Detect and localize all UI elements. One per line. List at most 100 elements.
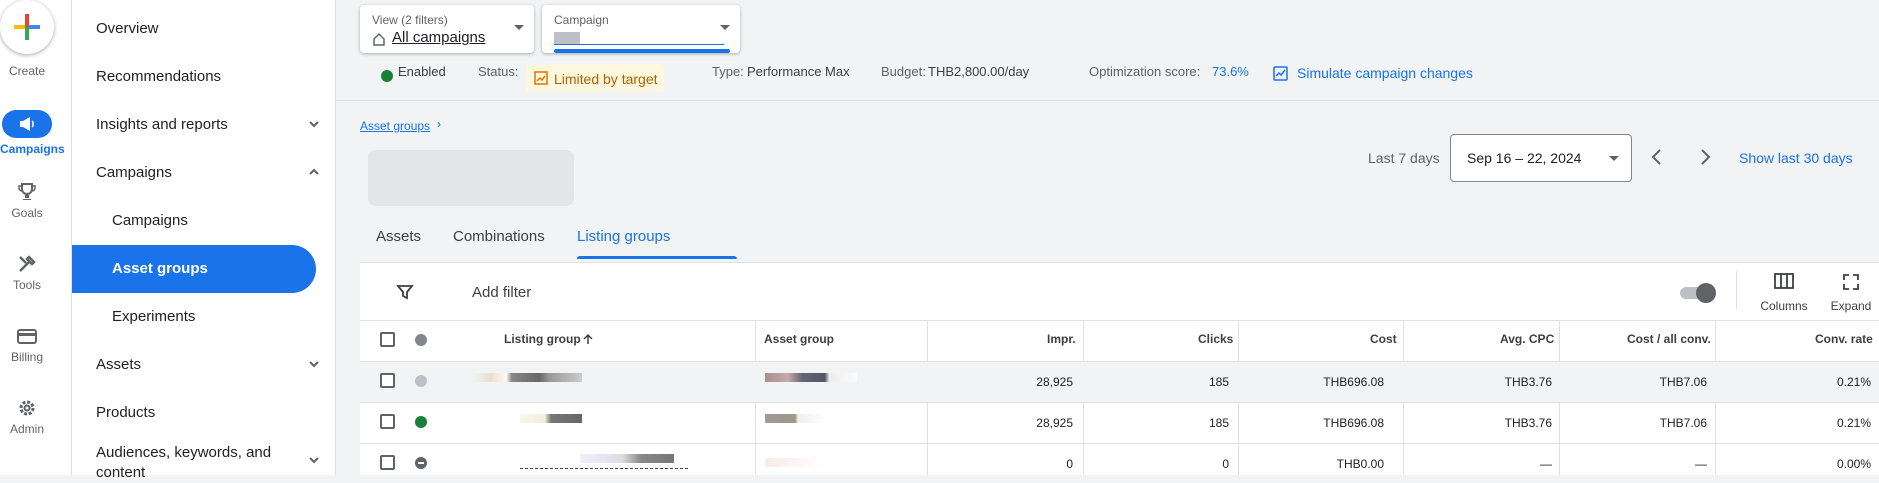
nav-label: Insights and reports [96, 116, 228, 133]
rail-item-campaigns[interactable]: Campaigns [0, 110, 65, 156]
date-range-picker[interactable]: Sep 16 – 22, 2024 [1450, 134, 1632, 182]
expand-icon [1843, 274, 1859, 290]
opt-score-value[interactable]: 73.6% [1212, 64, 1249, 79]
nav-label: Assets [96, 356, 142, 373]
table-row[interactable] [360, 362, 1879, 402]
chevron-right-icon[interactable] [1697, 148, 1713, 166]
tab-assets[interactable]: Assets [376, 228, 421, 245]
select-all-checkbox[interactable] [380, 332, 395, 347]
cell-conv-rate: 0.00% [1836, 457, 1871, 471]
nav-label: Experiments [112, 308, 196, 325]
row-checkbox[interactable] [380, 373, 395, 388]
nav-experiments[interactable]: Experiments [112, 307, 337, 327]
nav-products[interactable]: Products [96, 403, 321, 423]
chevron-down-icon [309, 121, 319, 128]
listing-group-underline [520, 468, 688, 469]
status-header-dot [415, 334, 427, 346]
nav-campaigns[interactable]: Campaigns [96, 163, 321, 183]
plus-icon [14, 14, 40, 40]
columns-icon [1774, 273, 1794, 289]
th-clicks[interactable]: Clicks [1198, 332, 1233, 346]
nav-label: Asset groups [112, 260, 208, 277]
rail-item-billing[interactable]: Billing [0, 326, 54, 364]
chevron-down-icon [309, 361, 319, 368]
side-navigation: Overview Recommendations Insights and re… [72, 0, 337, 481]
th-impr[interactable]: Impr. [1047, 332, 1076, 346]
table-divider [360, 443, 1879, 444]
nav-recommendations[interactable]: Recommendations [96, 67, 321, 87]
cell-avg-cpc: THB3.76 [1504, 375, 1552, 389]
dropdown-arrow-icon [514, 25, 524, 30]
nav-label: Campaigns [96, 164, 172, 181]
row-status-dot [415, 375, 427, 387]
campaign-dropdown[interactable]: Campaign [542, 5, 740, 53]
cell-cost-conv: THB7.06 [1659, 416, 1707, 430]
cell-cost-conv: — [1695, 457, 1707, 471]
row-checkbox[interactable] [380, 455, 395, 470]
rail-item-tools[interactable]: Tools [0, 254, 54, 292]
nav-insights[interactable]: Insights and reports [96, 115, 321, 135]
cell-cost: THB696.08 [1323, 375, 1384, 389]
redacted-asset-group [765, 373, 857, 382]
view-filter-value: All campaigns [392, 29, 486, 46]
th-conv-rate[interactable]: Conv. rate [1815, 332, 1873, 346]
nav-asset-groups[interactable]: Asset groups [112, 259, 337, 279]
rail-item-admin[interactable]: Admin [0, 398, 54, 436]
nav-audiences[interactable]: Audiences, keywords, and content [96, 443, 321, 483]
sort-arrow-up-icon[interactable] [582, 333, 594, 345]
tab-combinations[interactable]: Combinations [453, 228, 545, 245]
nav-overview[interactable]: Overview [96, 19, 321, 39]
toggle-knob-icon [1696, 283, 1716, 303]
cell-conv-rate: 0.21% [1836, 416, 1871, 430]
filter-icon[interactable] [396, 283, 414, 301]
cell-avg-cpc: THB3.76 [1504, 416, 1552, 430]
add-filter-button[interactable]: Add filter [472, 284, 531, 301]
cell-impr: 28,925 [1036, 375, 1073, 389]
cell-conv-rate: 0.21% [1836, 375, 1871, 389]
create-label: Create [8, 64, 46, 78]
redacted-listing-group [580, 454, 674, 463]
status-value: Limited by target [554, 71, 658, 87]
chevron-left-icon[interactable] [1649, 148, 1665, 166]
th-asset-group[interactable]: Asset group [764, 332, 834, 346]
view-filter-dropdown[interactable]: View (2 filters) All campaigns [360, 5, 534, 53]
rail-item-goals[interactable]: Goals [0, 182, 54, 220]
nav-campaigns-sub[interactable]: Campaigns [112, 211, 337, 231]
nav-label: Campaigns [112, 212, 188, 229]
th-cost[interactable]: Cost [1370, 332, 1397, 346]
segment-toggle[interactable] [1680, 283, 1716, 303]
chevron-down-icon [309, 457, 319, 464]
nav-assets[interactable]: Assets [96, 355, 321, 375]
create-button[interactable] [0, 0, 54, 54]
simulate-campaign-link[interactable]: Simulate campaign changes [1297, 65, 1473, 81]
row-checkbox[interactable] [380, 414, 395, 429]
th-avg-cpc[interactable]: Avg. CPC [1500, 332, 1554, 346]
expand-button[interactable]: Expand [1826, 273, 1876, 313]
cell-clicks: 185 [1208, 416, 1229, 430]
rail-label: Campaigns [0, 142, 65, 156]
header-divider [336, 100, 1879, 101]
enabled-text: Enabled [398, 64, 446, 79]
megaphone-icon [2, 110, 52, 138]
enabled-status-dot [381, 70, 393, 82]
columns-label: Columns [1760, 299, 1808, 313]
view-filter-label: View (2 filters) [372, 13, 448, 27]
cell-impr: 0 [1066, 457, 1073, 471]
date-range-label: Last 7 days [1368, 150, 1440, 166]
budget-label: Budget: [881, 64, 926, 79]
nav-label: Recommendations [96, 68, 222, 85]
rail-label: Billing [10, 350, 43, 364]
columns-button[interactable]: Columns [1752, 273, 1816, 313]
status-badge[interactable]: Limited by target [526, 64, 664, 92]
show-last-30-days-link[interactable]: Show last 30 days [1739, 150, 1853, 166]
opt-score-label: Optimization score: [1089, 64, 1201, 79]
redacted-asset-group [765, 414, 825, 423]
breadcrumb-asset-groups[interactable]: Asset groups [360, 119, 430, 133]
th-cost-per-conv[interactable]: Cost / all conv. [1627, 332, 1711, 346]
tab-listing-groups[interactable]: Listing groups [577, 228, 670, 245]
redacted-listing-group [474, 373, 582, 382]
toolbar-divider [1736, 271, 1737, 309]
dropdown-arrow-icon [1609, 156, 1619, 161]
expand-label: Expand [1830, 299, 1872, 313]
th-listing-group[interactable]: Listing group [504, 332, 581, 346]
